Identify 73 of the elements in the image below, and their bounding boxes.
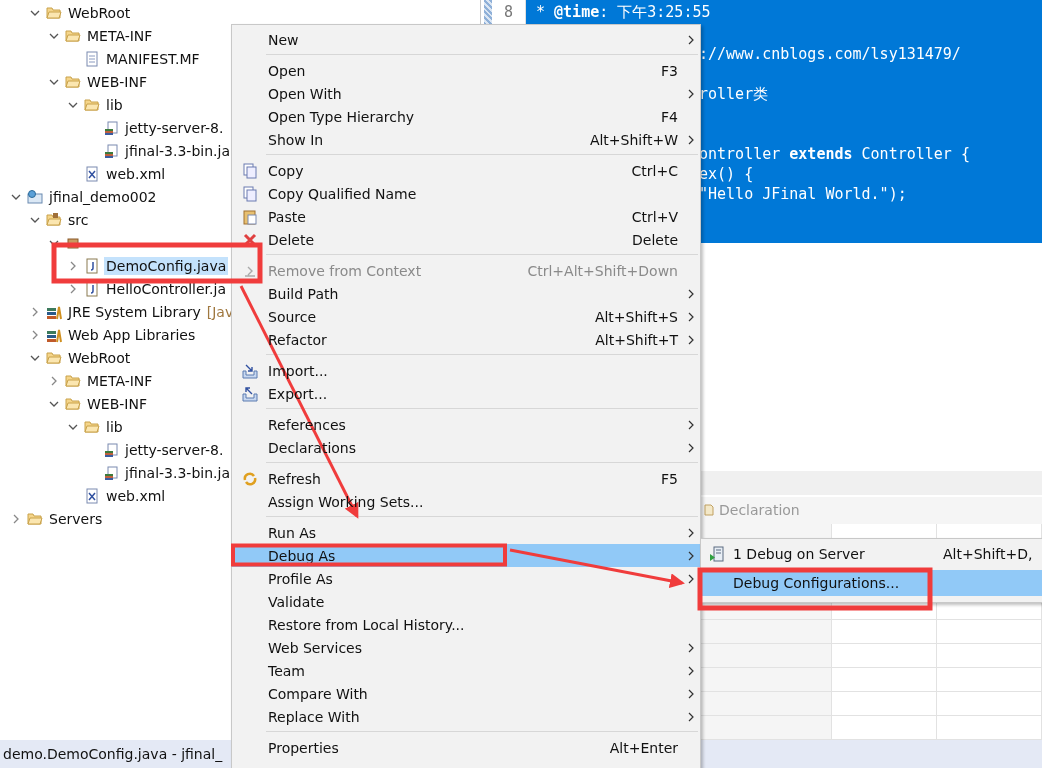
source-folder-icon — [46, 211, 62, 228]
tree-item[interactable]: jfinal_demo002 — [47, 187, 159, 206]
change-marker — [484, 0, 492, 24]
code-line: ontroller extends Controller { — [699, 144, 970, 164]
tree-item[interactable]: META-INF — [85, 26, 155, 45]
tree-item[interactable]: HelloController.ja — [104, 279, 228, 298]
tree-item[interactable]: Web App Libraries — [66, 325, 198, 344]
menu-item[interactable]: 1 Debug on Server Alt+Shift+D, — [701, 541, 1042, 567]
tree-item[interactable]: MANIFEST.MF — [104, 49, 202, 68]
folder-icon — [46, 349, 62, 366]
chevron-right-icon[interactable] — [68, 260, 78, 271]
export-icon — [242, 385, 258, 402]
chevron-right-icon[interactable] — [11, 513, 21, 524]
jar-icon — [103, 441, 119, 458]
chevron-right-icon[interactable] — [68, 283, 78, 294]
tree-item[interactable]: Servers — [47, 509, 105, 528]
menu-item[interactable]: Compare With — [232, 682, 700, 705]
folder-icon — [65, 395, 81, 412]
tree-item[interactable]: lib — [104, 417, 125, 436]
folder-icon — [84, 96, 100, 113]
menu-item[interactable]: Web Services — [232, 636, 700, 659]
tree-item[interactable]: WEB-INF — [85, 394, 149, 413]
menu-item[interactable]: Run As — [232, 521, 700, 544]
java-file-icon — [84, 257, 100, 274]
chevron-right-icon[interactable] — [49, 375, 59, 386]
jar-icon — [103, 119, 119, 136]
folder-icon — [65, 73, 81, 90]
tree-item[interactable]: jfinal-3.3-bin.ja — [123, 141, 232, 160]
tree-item[interactable]: JRE System Library — [66, 302, 203, 321]
tree-item[interactable]: WebRoot — [66, 348, 133, 367]
code-line: ://www.cnblogs.com/lsy131479/ — [699, 44, 961, 64]
folder-icon — [46, 4, 62, 21]
jar-icon — [103, 464, 119, 481]
copy-icon — [242, 162, 258, 179]
code-line: "Hello JFinal World."); — [699, 184, 907, 204]
chevron-right-icon[interactable] — [30, 329, 40, 340]
folder-icon — [65, 27, 81, 44]
jar-icon — [103, 142, 119, 159]
file-icon — [84, 50, 100, 67]
tree-item[interactable]: DemoConfig.java — [104, 256, 229, 275]
tree-item[interactable]: META-INF — [85, 371, 155, 390]
folder-icon — [65, 372, 81, 389]
tree-item[interactable]: jetty-server-8. — [123, 440, 226, 459]
folder-icon — [84, 418, 100, 435]
status-text: demo.DemoConfig.java - jfinal_ — [3, 746, 223, 762]
line-number: 8 — [504, 3, 514, 21]
chevron-right-icon[interactable] — [30, 306, 40, 317]
menu-item[interactable]: Validate — [232, 590, 700, 613]
tree-item[interactable]: src — [66, 210, 91, 229]
import-icon — [242, 362, 258, 379]
tree-item[interactable]: WebRoot — [66, 3, 133, 22]
xml-file-icon — [84, 165, 100, 182]
menu-item[interactable]: Restore from Local History... — [232, 613, 700, 636]
declaration-icon — [703, 503, 715, 518]
folder-icon — [27, 510, 43, 527]
menu-item[interactable]: Profile As — [232, 567, 700, 590]
code-line: roller类 — [699, 84, 769, 104]
tree-item[interactable]: lib — [104, 95, 125, 114]
code-line: *@time: 下午3:25:55 — [535, 2, 712, 23]
copy-icon — [242, 185, 258, 202]
menu-item[interactable]: Replace With — [232, 705, 700, 728]
tree-item[interactable]: WEB-INF — [85, 72, 149, 91]
project-icon — [27, 188, 43, 205]
xml-file-icon — [84, 487, 100, 504]
paste-icon — [242, 208, 258, 225]
tree-item[interactable]: web.xml — [104, 164, 168, 183]
server-icon — [709, 546, 725, 562]
menu-item[interactable]: Team — [232, 659, 700, 682]
menu-item[interactable]: Properties Alt+Enter — [232, 736, 700, 759]
refresh-icon — [242, 470, 258, 487]
tree-item[interactable]: web.xml — [104, 486, 168, 505]
tree-item[interactable]: jetty-server-8. — [123, 118, 226, 137]
tree-item[interactable]: jfinal-3.3-bin.ja — [123, 463, 232, 482]
